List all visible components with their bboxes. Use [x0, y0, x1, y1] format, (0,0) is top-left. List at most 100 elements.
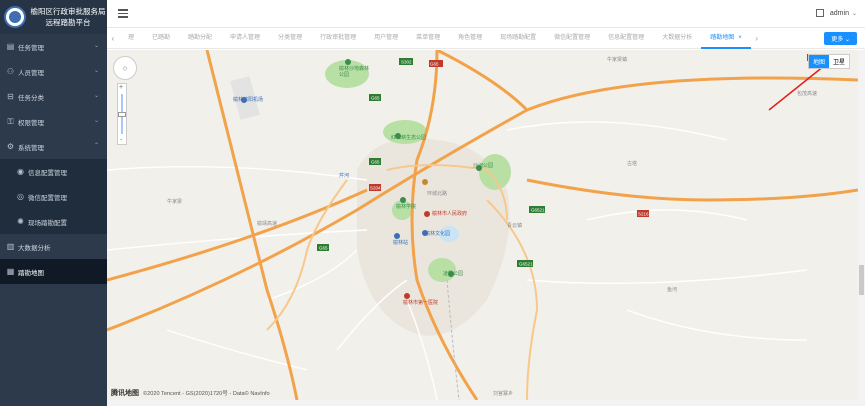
fullscreen-icon[interactable] — [815, 9, 824, 17]
tab-label: 踏勘地图 — [710, 34, 735, 41]
map-label: 榆靖高速 — [257, 221, 278, 227]
tab[interactable]: 菜单管理 — [407, 28, 449, 49]
map-label: 芹河 — [339, 173, 350, 179]
sidebar-item-permission[interactable]: ⚿ 权限管理 ⌄ — [0, 109, 107, 134]
sidebar-subitem-wechat-config[interactable]: ◎ 微信配置管理 — [0, 184, 107, 209]
shield-label: G65 — [371, 160, 380, 165]
tab[interactable]: 信息配置管理 — [599, 28, 653, 49]
horizontal-scrollbar[interactable] — [107, 400, 865, 406]
tab[interactable]: 行政审批管理 — [311, 28, 365, 49]
chevron-down-icon: ⌄ — [93, 68, 99, 74]
map-type-map-button[interactable]: 地图 — [808, 55, 829, 68]
sidebar-item-label: 微信配置管理 — [28, 194, 67, 202]
tencent-map-logo: 腾讯地图 — [111, 390, 139, 397]
tab[interactable]: 用户管理 — [365, 28, 407, 49]
tab[interactable]: 申请人管理 — [221, 28, 269, 49]
wechat-icon: ◎ — [17, 192, 24, 201]
sidebar: 榆阳区行政审批服务局远程踏勘平台 ▤ 任务管理 ⌄ ⚇ 人员管理 ⌄ ⊟ 任务分… — [0, 0, 107, 406]
map-pan-control[interactable]: ◇ — [113, 56, 137, 80]
tab[interactable]: 大数据分析 — [653, 28, 701, 49]
tab[interactable]: 分类管理 — [269, 28, 311, 49]
tab-survey-map[interactable]: 踏勘地图 × — [701, 28, 751, 49]
hamburger-icon[interactable] — [118, 7, 128, 20]
zoom-in-icon[interactable]: + — [119, 84, 123, 91]
sidebar-item-label: 任务管理 — [18, 44, 44, 52]
map-label: 鱼河 — [667, 287, 678, 293]
chart-icon: ▥ — [6, 242, 15, 251]
chevron-down-icon: ⌄ — [93, 43, 99, 49]
map-icon: ▦ — [6, 267, 15, 276]
top-header: admin ⌄ — [107, 0, 865, 28]
svg-text:G65: G65 — [319, 246, 328, 251]
brand: 榆阳区行政审批服务局远程踏勘平台 — [0, 0, 107, 34]
gear-icon: ⚙ — [6, 142, 15, 151]
more-label: 更多 — [831, 37, 844, 43]
sidebar-item-task[interactable]: ▤ 任务管理 ⌄ — [0, 34, 107, 59]
tab[interactable]: 理 — [119, 28, 143, 49]
user-icon: ⚇ — [6, 67, 15, 76]
close-icon[interactable]: × — [738, 35, 742, 41]
tab[interactable]: 踏勘分配 — [179, 28, 221, 49]
sidebar-subitem-survey-config[interactable]: ✺ 现场踏勘配置 — [0, 209, 107, 234]
map-label: 牛家梁镇 — [607, 57, 628, 63]
sidebar-menu: ▤ 任务管理 ⌄ ⚇ 人员管理 ⌄ ⊟ 任务分类 ⌄ ⚿ 权限管理 ⌄ ⚙ 系统 — [0, 34, 107, 284]
map-label: 牛家梁 — [167, 199, 183, 205]
app-root: 榆阳区行政审批服务局远程踏勘平台 ▤ 任务管理 ⌄ ⚇ 人员管理 ⌄ ⊟ 任务分… — [0, 0, 865, 406]
tab[interactable]: 微信配置管理 — [545, 28, 599, 49]
sidebar-item-label: 大数据分析 — [18, 244, 51, 252]
logo — [4, 6, 26, 28]
map-label: 榆林榆阳机场 — [233, 97, 264, 103]
map-label: 凌霄公园 — [443, 271, 464, 277]
map-label: 榆林文化园 — [425, 231, 451, 237]
doc-icon: ▤ — [6, 42, 15, 51]
sidebar-item-label: 人员管理 — [18, 69, 44, 77]
chevron-right-icon[interactable]: › — [751, 34, 763, 43]
svg-text:G65: G65 — [430, 62, 439, 67]
chevron-down-icon: ⌄ — [93, 93, 99, 99]
shield-label: G65 — [371, 96, 380, 101]
user-area: admin ⌄ — [815, 9, 857, 17]
map-zoom-control[interactable]: + - — [117, 83, 127, 145]
sidebar-item-label: 权限管理 — [18, 119, 44, 127]
more-button[interactable]: 更多 ⌄ — [824, 32, 857, 45]
map-canvas[interactable]: S302 G65 G65 S204 G6521 G65 G6521 S216 S… — [107, 50, 858, 400]
tag-icon: ⊟ — [7, 92, 14, 101]
settings-icon: ✺ — [17, 217, 24, 226]
zoom-slider-handle[interactable] — [118, 112, 126, 117]
map-label: 青云镇 — [507, 223, 523, 229]
map-label: 古塔 — [627, 161, 638, 167]
shield-label: S204 — [370, 186, 381, 191]
lock-icon: ⚿ — [7, 116, 14, 126]
tab[interactable]: 已踏勘 — [143, 28, 179, 49]
map-type-satellite-button[interactable]: 卫星 — [829, 55, 849, 68]
copyright-text: ©2020 Tencent - GS(2020)1720号 - Data© Na… — [143, 391, 270, 397]
tabs-bar: ‹ 理 已踏勘 踏勘分配 申请人管理 分类管理 行政审批管理 用户管理 菜单管理… — [107, 28, 865, 49]
sidebar-item-label: 现场踏勘配置 — [28, 219, 67, 227]
sidebar-subitem-info-config[interactable]: ◉ 信息配置管理 — [0, 159, 107, 184]
username[interactable]: admin — [830, 10, 849, 17]
sidebar-item-bigdata[interactable]: ▥ 大数据分析 — [0, 234, 107, 259]
sidebar-item-category[interactable]: ⊟ 任务分类 ⌄ — [0, 84, 107, 109]
tab[interactable]: 现场踏勘配置 — [491, 28, 545, 49]
map-label: 环城北路 — [427, 191, 448, 197]
sidebar-item-label: 系统管理 — [18, 144, 44, 152]
map-label: 榆林市第一医院 — [403, 300, 439, 306]
chevron-up-icon: ⌃ — [93, 143, 99, 149]
tab[interactable]: 角色管理 — [449, 28, 491, 49]
map-label: 榆林学院 — [396, 204, 417, 210]
shield-label: G6521 — [531, 208, 545, 213]
sidebar-item-people[interactable]: ⚇ 人员管理 ⌄ — [0, 59, 107, 84]
chevron-down-icon[interactable]: ⌄ — [852, 10, 857, 17]
map-label: 榆林站 — [393, 240, 409, 246]
map-label: 榆林沙地森林公园 — [339, 66, 370, 78]
map-label: 沙河公园 — [473, 163, 494, 169]
zoom-out-icon[interactable]: - — [120, 137, 122, 144]
sidebar-item-survey-map[interactable]: ▦ 踏勘地图 — [0, 259, 107, 284]
chevron-left-icon[interactable]: ‹ — [107, 34, 119, 43]
sidebar-item-system[interactable]: ⚙ 系统管理 ⌃ — [0, 134, 107, 159]
sidebar-item-label: 信息配置管理 — [28, 169, 67, 177]
map-label: 刘官寨乡 — [493, 391, 514, 397]
scrollbar[interactable] — [858, 50, 865, 400]
sidebar-item-label: 任务分类 — [18, 94, 44, 102]
shield-label: S302 — [401, 60, 412, 65]
